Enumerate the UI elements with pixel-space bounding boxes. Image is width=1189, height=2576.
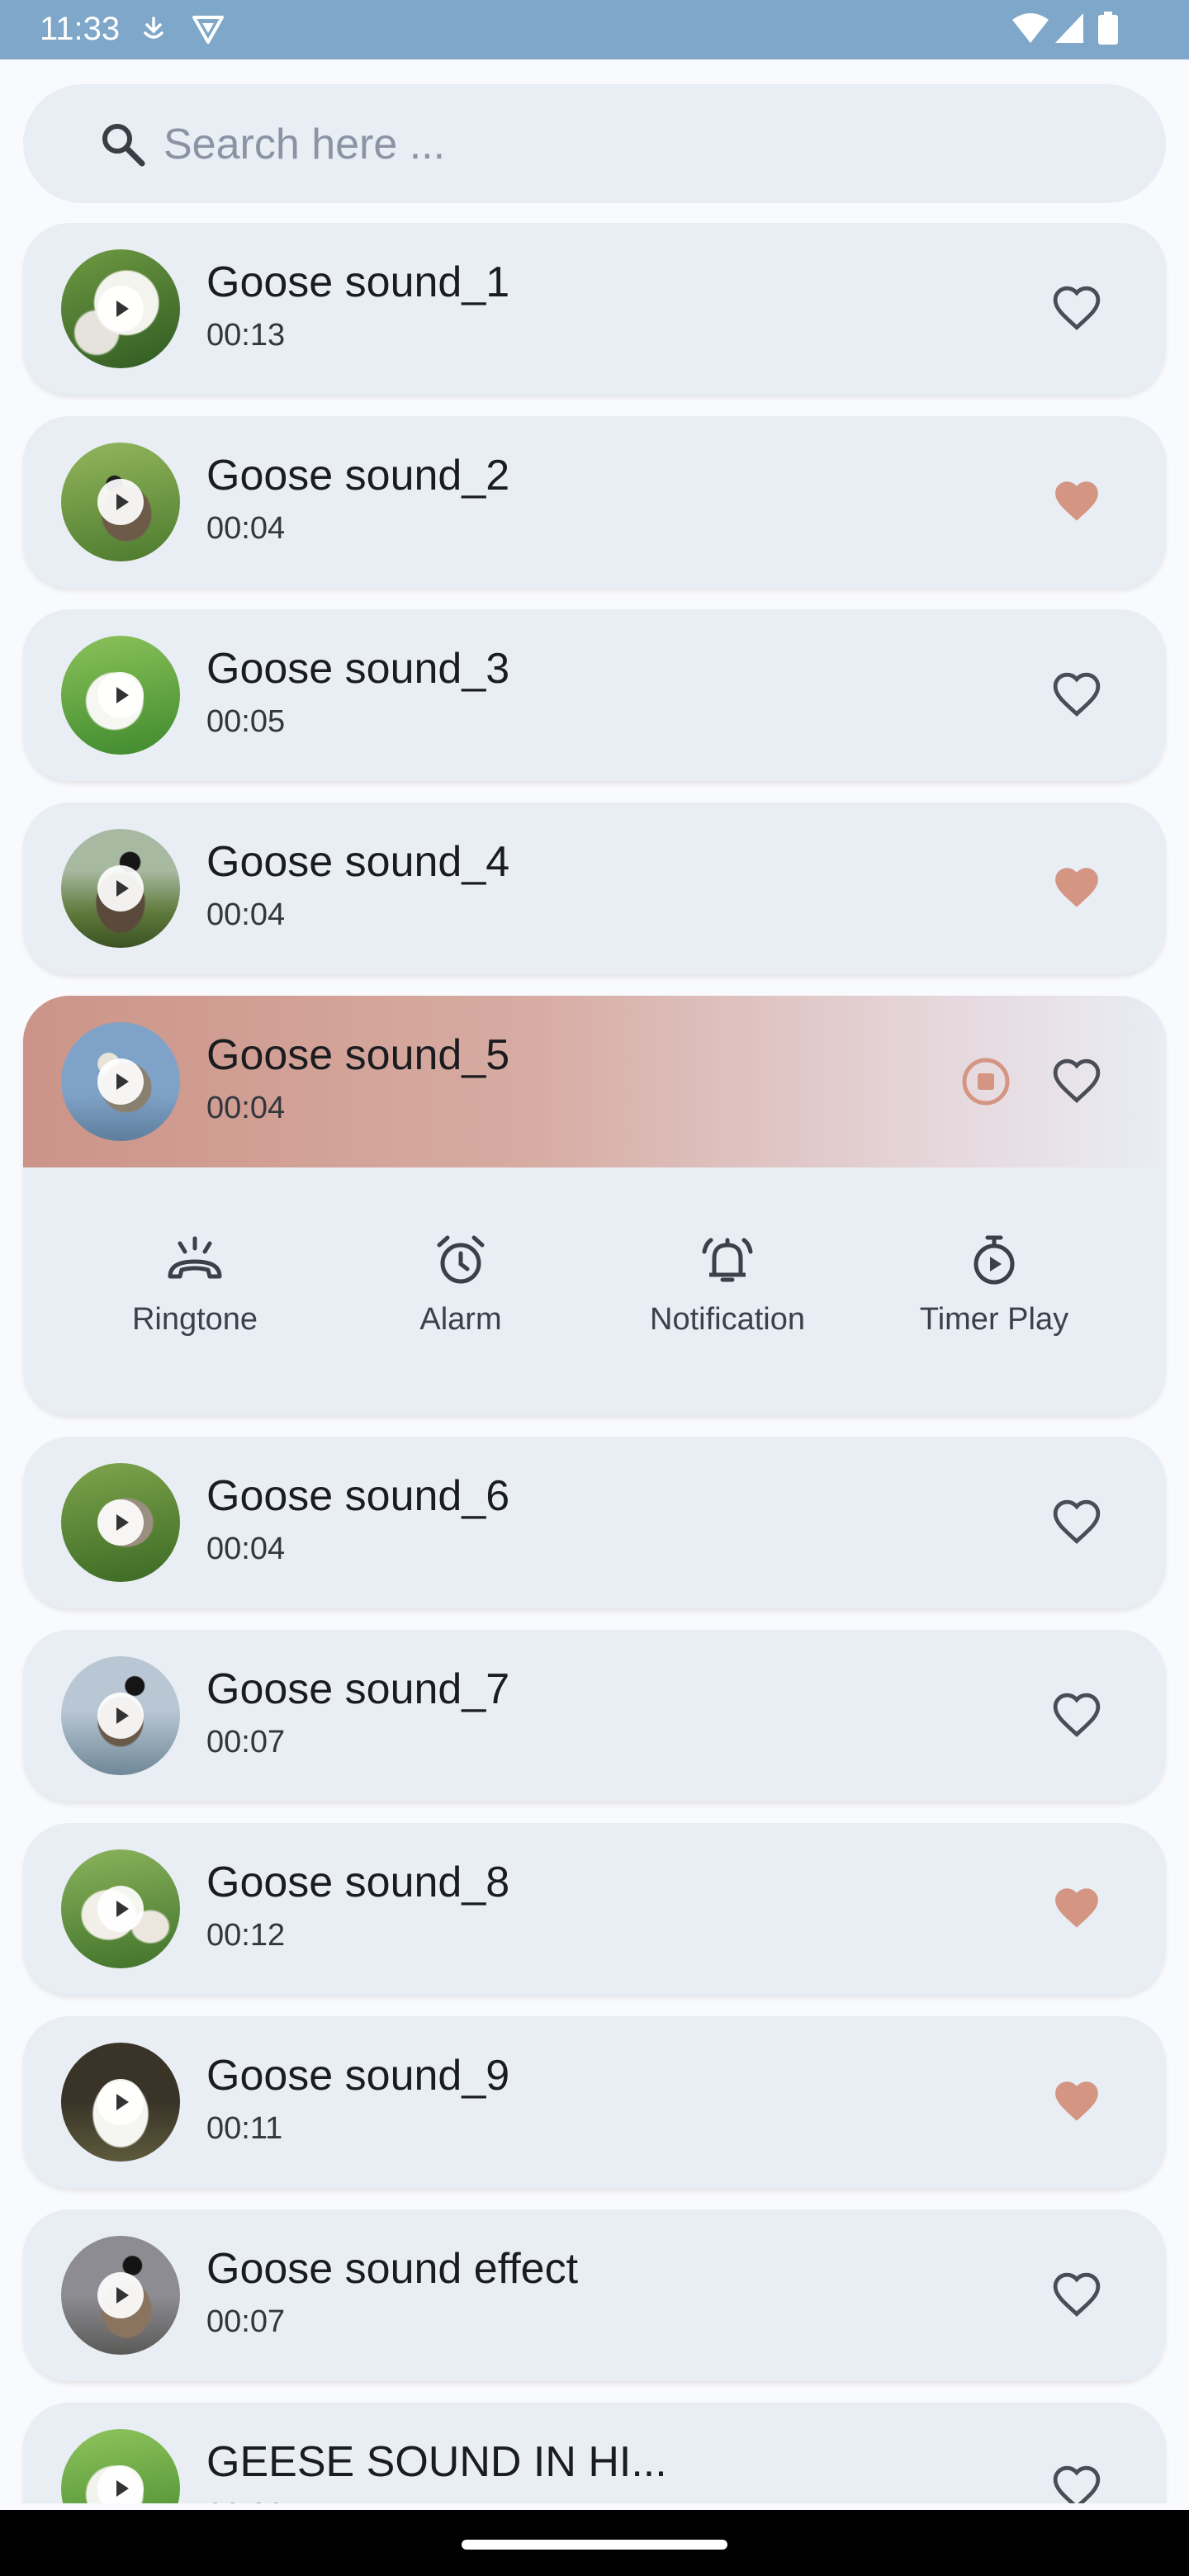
vpn-shield-icon	[192, 16, 224, 44]
sound-item[interactable]: GEESE SOUND IN HI... 00:30	[23, 2403, 1166, 2503]
sound-thumbnail	[61, 829, 180, 948]
sound-title: Goose sound_6	[206, 1472, 510, 1520]
sound-title: Goose sound_9	[206, 2052, 510, 2100]
favorite-filled-icon[interactable]	[1050, 1882, 1103, 1935]
sound-title: Goose sound effect	[206, 2245, 579, 2293]
search-input[interactable]: Search here ...	[163, 121, 445, 168]
favorite-outline-icon[interactable]	[1050, 1689, 1103, 1742]
sound-duration: 00:30	[206, 2495, 285, 2503]
sound-item[interactable]: Goose sound_8 00:12	[23, 1823, 1166, 1995]
play-button[interactable]	[97, 286, 144, 332]
favorite-outline-icon[interactable]	[1050, 669, 1103, 722]
sound-duration: 00:13	[206, 318, 286, 353]
sound-title: Goose sound_2	[206, 452, 510, 500]
play-button[interactable]	[97, 1499, 144, 1546]
favorite-outline-icon[interactable]	[1050, 1055, 1103, 1108]
sound-item[interactable]: Goose sound_2 00:04	[23, 416, 1166, 588]
sound-item[interactable]: Goose sound_4 00:04	[23, 803, 1166, 974]
alarm-icon	[437, 1235, 485, 1284]
sound-thumbnail	[61, 1463, 180, 1582]
notification-icon	[702, 1238, 753, 1282]
sound-duration: 00:05	[206, 704, 286, 739]
sound-duration: 00:07	[206, 2304, 286, 2339]
sound-title: GEESE SOUND IN HI...	[206, 2438, 667, 2486]
battery-icon	[1098, 12, 1118, 45]
sound-thumbnail	[61, 1022, 180, 1141]
ringtone-icon	[168, 1236, 222, 1279]
sound-thumbnail	[61, 443, 180, 561]
play-button[interactable]	[97, 2465, 144, 2503]
sound-duration: 00:07	[206, 1725, 286, 1759]
search-bar[interactable]: Search here ...	[23, 84, 1166, 203]
play-button[interactable]	[97, 672, 144, 718]
status-bar: 11:33	[0, 0, 1189, 59]
sound-thumbnail	[61, 249, 180, 368]
sound-title: Goose sound_5	[206, 1031, 510, 1079]
alarm-button[interactable]: Alarm	[337, 1234, 585, 1339]
ringtone-button[interactable]: Ringtone	[71, 1234, 319, 1339]
sound-duration: 00:12	[206, 1918, 286, 1953]
favorite-outline-icon[interactable]	[1050, 282, 1103, 335]
sound-thumbnail	[61, 2429, 180, 2503]
sound-duration: 00:04	[206, 511, 286, 546]
action-label: Timer Play	[919, 1302, 1069, 1337]
sound-actions: Ringtone Alarm Notification Timer Play	[23, 1167, 1166, 1415]
sound-duration: 00:04	[206, 897, 286, 932]
timer-play-button[interactable]: Timer Play	[870, 1234, 1118, 1339]
notification-button[interactable]: Notification	[604, 1234, 851, 1339]
sound-thumbnail	[61, 636, 180, 755]
sound-title: Goose sound_8	[206, 1859, 510, 1906]
stop-icon[interactable]	[959, 1055, 1012, 1108]
sound-item[interactable]: Goose sound_9 00:11	[23, 2016, 1166, 2188]
favorite-outline-icon[interactable]	[1050, 2269, 1103, 2322]
cellular-signal-icon	[1055, 13, 1083, 43]
search-icon	[102, 124, 145, 167]
sound-duration: 00:11	[206, 2111, 283, 2146]
favorite-filled-icon[interactable]	[1050, 862, 1103, 915]
wifi-icon	[1012, 13, 1049, 43]
sound-thumbnail	[61, 1849, 180, 1968]
play-button[interactable]	[97, 479, 144, 525]
sound-thumbnail	[61, 2043, 180, 2162]
sound-item[interactable]: Goose sound_7 00:07	[23, 1630, 1166, 1802]
play-button[interactable]	[97, 2079, 144, 2125]
sound-item[interactable]: Goose sound_6 00:04	[23, 1437, 1166, 1608]
navigation-bar	[0, 2510, 1189, 2576]
action-label: Ringtone	[131, 1302, 258, 1337]
sound-item[interactable]: Goose sound effect 00:07	[23, 2209, 1166, 2381]
action-label: Notification	[650, 1302, 805, 1337]
action-label: Alarm	[419, 1302, 502, 1337]
main-content: Search here ... Goose sound_1 00:13 Goos…	[0, 59, 1189, 2503]
favorite-outline-icon[interactable]	[1050, 1496, 1103, 1549]
play-button[interactable]	[97, 865, 144, 912]
play-button[interactable]	[97, 2272, 144, 2318]
favorite-filled-icon[interactable]	[1050, 476, 1103, 528]
home-gesture-handle[interactable]	[462, 2540, 727, 2550]
sound-title: Goose sound_3	[206, 645, 510, 693]
timer-icon	[973, 1235, 1015, 1285]
sound-title: Goose sound_1	[206, 258, 510, 306]
sound-thumbnail	[61, 1656, 180, 1775]
play-button[interactable]	[97, 1058, 144, 1105]
sound-duration: 00:04	[206, 1532, 286, 1566]
status-time: 11:33	[40, 11, 121, 47]
sound-duration: 00:04	[206, 1091, 286, 1125]
sound-title: Goose sound_4	[206, 838, 510, 886]
sound-item[interactable]: Goose sound_1 00:13	[23, 223, 1166, 395]
data-saver-icon	[144, 17, 163, 39]
favorite-outline-icon[interactable]	[1050, 2462, 1103, 2503]
sound-title: Goose sound_7	[206, 1665, 510, 1713]
sound-item-expanded[interactable]: Goose sound_5 00:04 Ringtone Alarm Notif…	[23, 996, 1166, 1415]
sound-thumbnail	[61, 2236, 180, 2355]
play-button[interactable]	[97, 1693, 144, 1739]
sound-item[interactable]: Goose sound_3 00:05	[23, 609, 1166, 781]
favorite-filled-icon[interactable]	[1050, 2076, 1103, 2129]
play-button[interactable]	[97, 1886, 144, 1932]
